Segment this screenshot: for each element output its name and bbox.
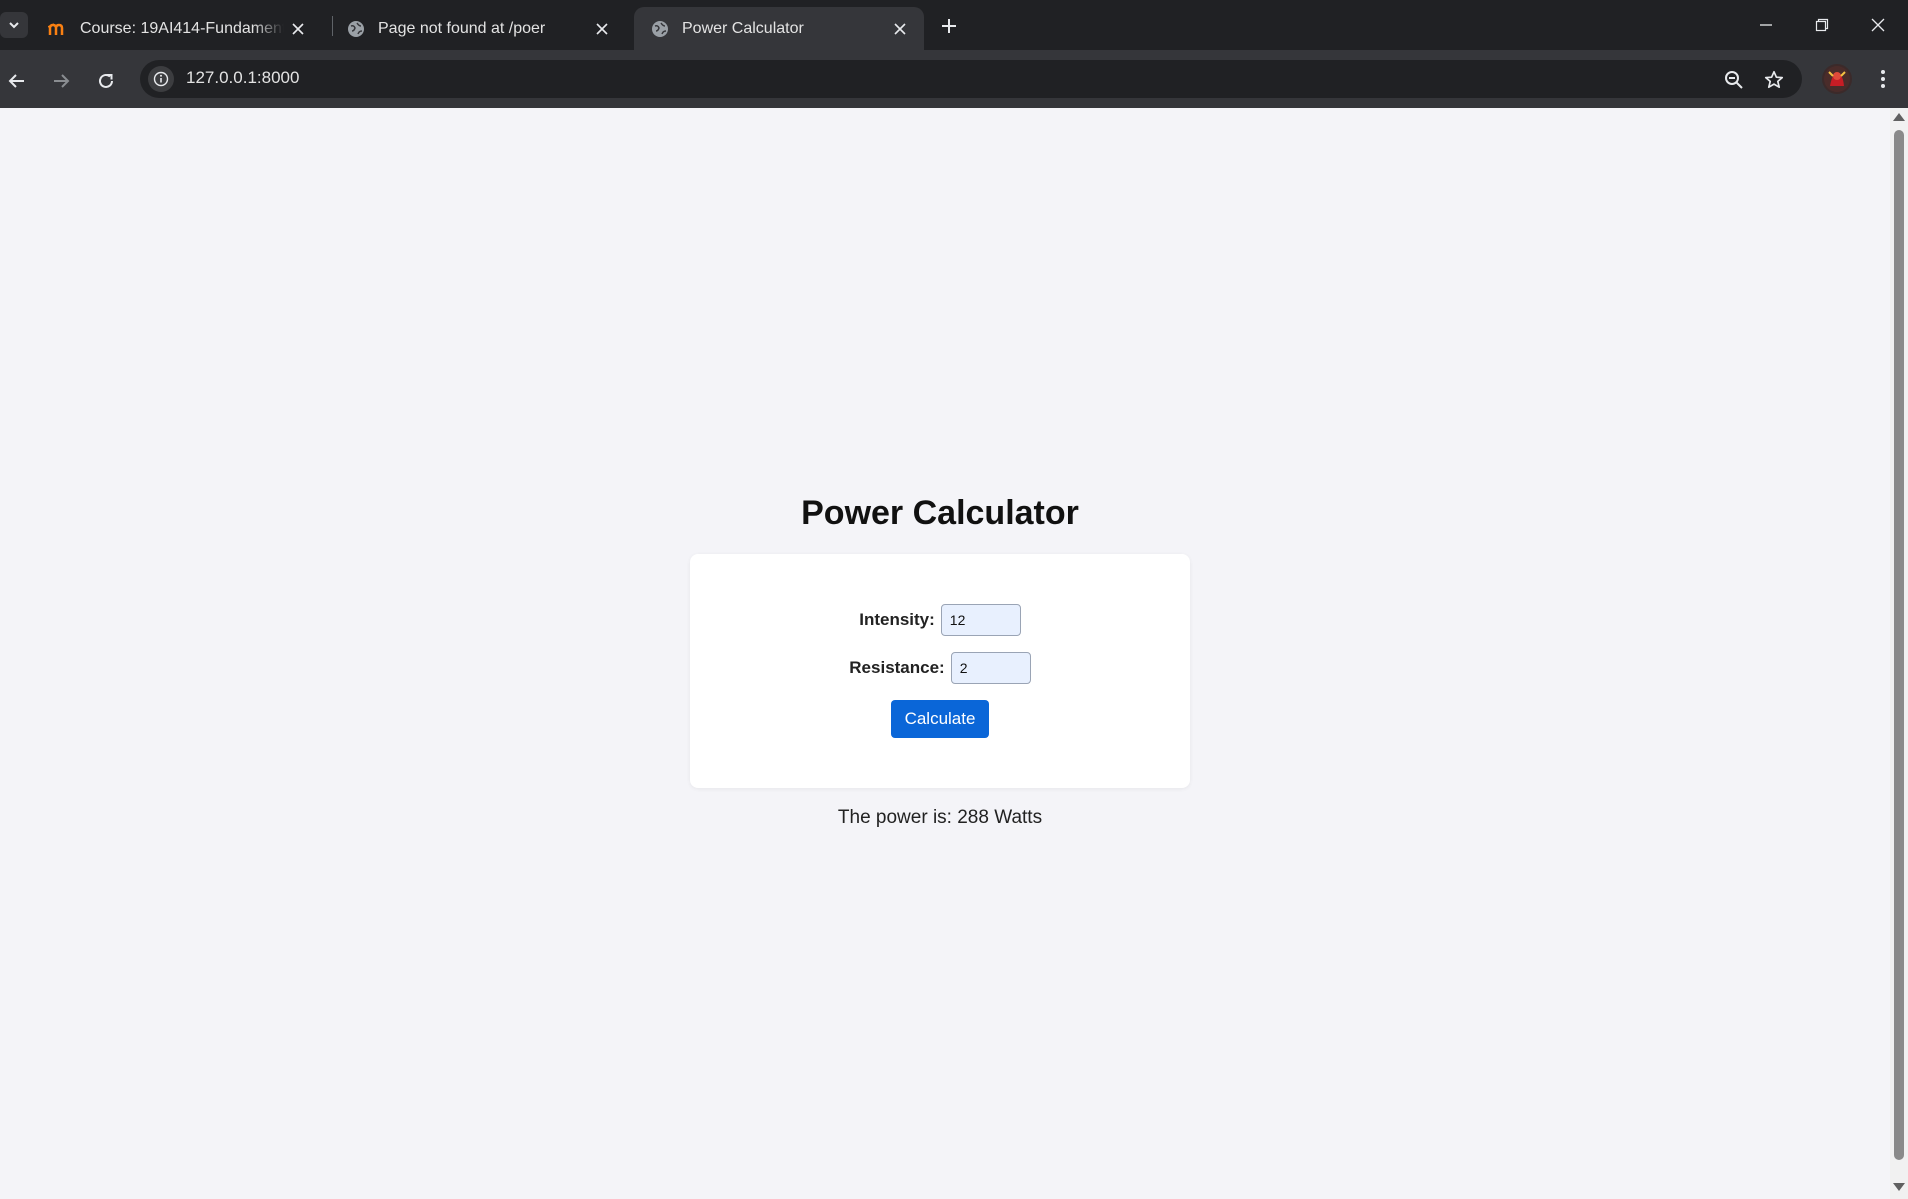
tab-search-button[interactable] [0,12,28,38]
close-icon[interactable] [588,15,616,43]
result-text: The power is: 288 Watts [837,807,1043,828]
globe-icon [650,19,670,39]
avatar-icon [1824,66,1850,92]
tab-title: Page not found at /poer [378,19,546,37]
url-text[interactable]: 127.0.0.1:8000 [186,68,299,88]
close-icon [1871,18,1885,32]
more-vert-icon [1881,70,1885,88]
close-icon[interactable] [284,15,312,43]
calculator-form-card: Intensity: Resistance: Calculate [690,554,1190,788]
restore-button[interactable] [1794,0,1850,50]
restore-icon [1815,18,1829,32]
address-bar[interactable] [140,60,1802,98]
new-tab-button[interactable] [934,11,964,41]
tab-title: Course: 19AI414-Fundamentals [80,19,284,37]
scroll-up-arrow-icon[interactable] [1893,113,1905,121]
minimize-button[interactable] [1738,0,1794,50]
page-title: Power Calculator [801,494,1079,532]
moodle-icon [48,19,68,39]
arrow-right-icon [54,74,70,88]
intensity-row: Intensity: [690,604,1190,636]
close-icon[interactable] [886,15,914,43]
resistance-input[interactable] [950,652,1031,684]
chevron-down-icon [9,22,19,29]
plus-icon [942,19,956,33]
close-window-button[interactable] [1850,0,1906,50]
minimize-icon [1760,24,1772,26]
tab-power-calculator[interactable]: Power Calculator [634,7,924,50]
arrow-left-icon [8,74,24,88]
zoom-icon[interactable] [1718,64,1750,96]
resistance-label: Resistance: [849,658,945,677]
tab-page-not-found[interactable]: Page not found at /poer [330,7,626,50]
tab-course[interactable]: Course: 19AI414-Fundamentals [32,7,322,50]
profile-avatar[interactable] [1822,64,1852,94]
back-button[interactable] [0,64,34,98]
intensity-label: Intensity: [859,610,935,629]
scroll-down-arrow-icon[interactable] [1893,1183,1905,1191]
scrollbar-thumb[interactable] [1894,130,1904,1160]
intensity-input[interactable] [940,604,1021,636]
globe-icon [346,19,366,39]
reload-icon [99,73,113,88]
site-info-icon[interactable] [148,66,174,92]
forward-button[interactable] [44,64,78,98]
calculate-button[interactable]: Calculate [891,700,989,738]
reload-button[interactable] [89,64,123,98]
resistance-row: Resistance: [690,652,1190,684]
tab-title: Power Calculator [682,19,804,37]
bookmark-star-icon[interactable] [1758,64,1790,96]
browser-menu-button[interactable] [1868,64,1898,94]
